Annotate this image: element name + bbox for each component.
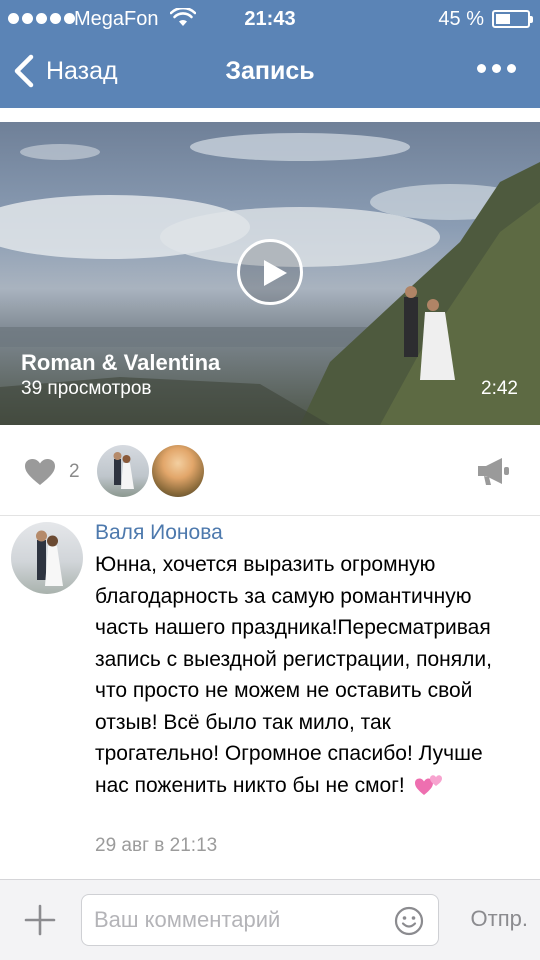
video-player[interactable]: Roman & Valentina 39 просмотров 2:42 xyxy=(0,122,540,425)
comment-author[interactable]: Валя Ионова xyxy=(95,521,223,545)
couple-photo xyxy=(36,530,63,586)
comment-field xyxy=(81,894,439,946)
play-icon xyxy=(264,260,287,286)
send-button[interactable]: Отпр. xyxy=(471,906,528,932)
video-title: Roman & Valentina xyxy=(21,350,221,375)
smiley-icon[interactable] xyxy=(394,906,424,936)
likes-row: 2 xyxy=(0,426,540,516)
battery-icon xyxy=(492,10,533,28)
status-bar: MegaFon 21:43 45 % xyxy=(0,0,540,38)
two-hearts-icon xyxy=(414,774,442,795)
page-title: Запись xyxy=(225,57,315,85)
liker-avatar[interactable] xyxy=(97,445,149,497)
add-attachment-icon[interactable] xyxy=(24,904,56,936)
comment-input-bar: Отпр. xyxy=(0,879,540,960)
top-bar: MegaFon 21:43 45 % Назад Запись xyxy=(0,0,540,108)
play-button[interactable] xyxy=(237,239,303,305)
like-count: 2 xyxy=(69,461,80,482)
like-heart-icon[interactable] xyxy=(24,458,56,486)
couple-photo xyxy=(113,452,134,489)
video-duration: 2:42 xyxy=(481,378,518,399)
comment-input[interactable] xyxy=(94,895,394,945)
battery-percent: 45 % xyxy=(438,8,484,30)
comment: Валя Ионова Юнна, хочется выразить огром… xyxy=(0,517,540,879)
comment-date: 29 авг в 21:13 xyxy=(95,835,218,856)
comment-text: Юнна, хочется выразить огромную благодар… xyxy=(95,553,492,797)
comment-text-block: Юнна, хочется выразить огромную благодар… xyxy=(95,549,505,801)
megaphone-icon[interactable] xyxy=(476,456,510,486)
video-views: 39 просмотров xyxy=(21,378,152,399)
navigation-bar: Назад Запись xyxy=(0,38,540,108)
liker-avatar[interactable] xyxy=(152,445,204,497)
more-options-icon[interactable] xyxy=(477,64,516,73)
avatar[interactable] xyxy=(11,522,83,594)
